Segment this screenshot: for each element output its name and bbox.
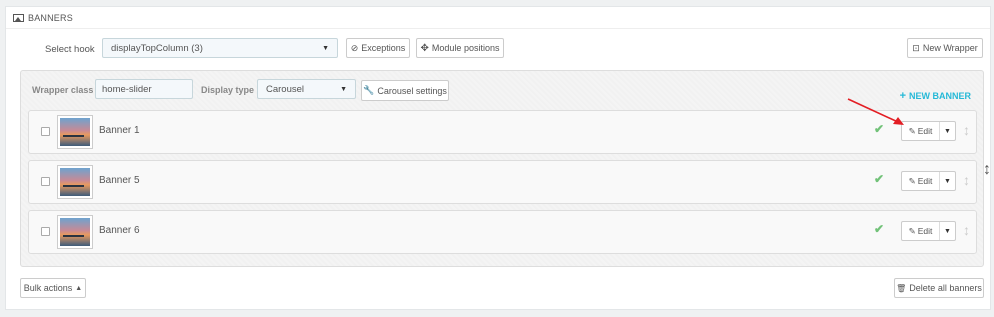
module-positions-label: Module positions — [431, 43, 500, 53]
annotation-arrow — [847, 98, 904, 125]
caret-up-icon: ▲ — [75, 284, 83, 292]
banner-checkbox[interactable] — [41, 177, 50, 186]
caret-down-icon: ▼ — [340, 85, 347, 93]
banner-thumbnail — [57, 115, 93, 149]
edit-dropdown-toggle[interactable]: ▼ — [940, 172, 955, 190]
panel-heading: BANNERS — [6, 7, 990, 29]
new-banner-label: NEW BANNER — [909, 91, 971, 101]
module-positions-button[interactable]: ✥ Module positions — [416, 38, 504, 58]
wrapper-class-label: Wrapper class — [32, 85, 94, 95]
edit-dropdown-toggle[interactable]: ▼ — [940, 122, 955, 140]
delete-all-label: Delete all banners — [909, 283, 982, 293]
caret-down-icon: ▼ — [322, 44, 329, 52]
banner-title: Banner 5 — [99, 175, 140, 186]
edit-dropdown-toggle[interactable]: ▼ — [940, 222, 955, 240]
caret-down-icon: ▼ — [944, 177, 951, 185]
banner-thumbnail — [57, 215, 93, 249]
ban-icon: ⊘ — [350, 42, 359, 53]
pencil-icon: ✎ — [908, 225, 916, 236]
display-type-select[interactable]: Carousel ▼ — [257, 79, 356, 99]
carousel-settings-button[interactable]: 🔧 Carousel settings — [361, 80, 449, 101]
banner-thumbnail — [57, 165, 93, 199]
edit-label: Edit — [917, 176, 933, 186]
panel-title: BANNERS — [28, 12, 73, 23]
banner-row: Banner 1 ✔ ✎ Edit ▼ ↕ — [28, 110, 977, 154]
caret-down-icon: ▼ — [944, 227, 951, 235]
display-type-label: Display type — [201, 85, 255, 95]
delete-all-banners-button[interactable]: 🗑 Delete all banners — [894, 278, 984, 298]
new-wrapper-icon: ⊡ — [912, 42, 920, 53]
edit-button[interactable]: ✎ Edit — [902, 222, 940, 240]
vertical-arrows-icon[interactable]: ↕ — [963, 119, 970, 141]
banner-row: Banner 5 ✔ ✎ Edit ▼ ↕ — [28, 160, 977, 204]
bulk-actions-label: Bulk actions — [23, 283, 73, 293]
new-wrapper-button[interactable]: ⊡ New Wrapper — [907, 38, 983, 58]
banner-checkbox[interactable] — [41, 127, 50, 136]
banners-panel: BANNERS Select hook displayTopColumn (3)… — [5, 6, 991, 310]
arrows-icon: ✥ — [420, 42, 429, 54]
caret-down-icon: ▼ — [944, 127, 951, 135]
banner-checkbox[interactable] — [41, 227, 50, 236]
check-icon[interactable]: ✔ — [874, 172, 884, 186]
banner-title: Banner 6 — [99, 225, 140, 236]
banner-row: Banner 6 ✔ ✎ Edit ▼ ↕ — [28, 210, 977, 254]
picture-icon — [13, 13, 24, 22]
wrapper-class-input[interactable]: home-slider — [95, 79, 193, 99]
display-type-value: Carousel — [266, 83, 305, 95]
carousel-settings-label: Carousel settings — [377, 85, 447, 96]
vertical-arrows-icon[interactable]: ↕ — [963, 219, 970, 241]
exceptions-button[interactable]: ⊘ Exceptions — [346, 38, 410, 58]
edit-button-group: ✎ Edit ▼ — [901, 221, 956, 241]
new-banner-link[interactable]: + NEW BANNER — [900, 90, 971, 102]
hook-select[interactable]: displayTopColumn (3) ▼ — [102, 38, 338, 58]
edit-button-group: ✎ Edit ▼ — [901, 171, 956, 191]
wrench-icon: 🔧 — [363, 85, 375, 95]
edit-button[interactable]: ✎ Edit — [902, 172, 940, 190]
hook-select-value: displayTopColumn (3) — [111, 42, 203, 54]
vertical-arrows-icon[interactable]: ↕ — [983, 161, 991, 179]
edit-label: Edit — [917, 126, 933, 136]
check-icon[interactable]: ✔ — [874, 222, 884, 236]
bulk-actions-button[interactable]: Bulk actions ▲ — [20, 278, 86, 298]
select-hook-label: Select hook — [45, 44, 95, 55]
edit-label: Edit — [917, 226, 933, 236]
pencil-icon: ✎ — [908, 175, 916, 186]
trash-icon: 🗑 — [896, 283, 907, 293]
exceptions-label: Exceptions — [361, 43, 406, 53]
vertical-arrows-icon[interactable]: ↕ — [963, 169, 970, 191]
new-wrapper-label: New Wrapper — [922, 43, 978, 53]
banner-title: Banner 1 — [99, 125, 140, 136]
